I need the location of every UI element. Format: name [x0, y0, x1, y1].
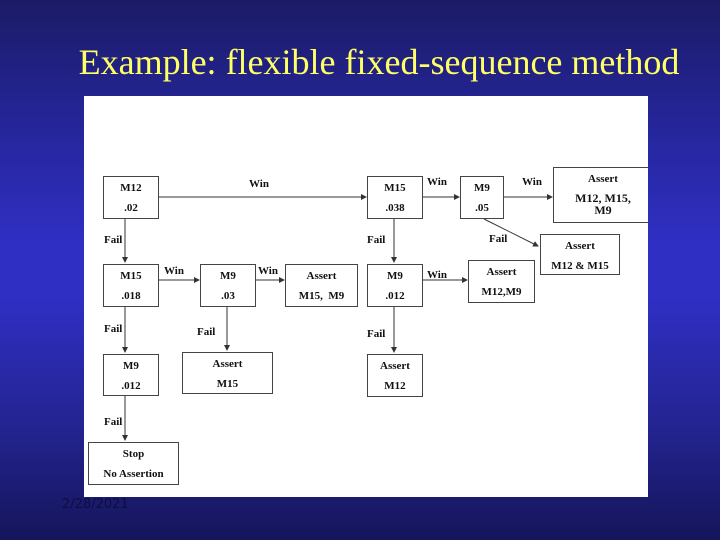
node-m15-top: M15 .038: [367, 176, 423, 219]
node-m9-mid-right: M9 .012: [367, 264, 423, 307]
edge-label-win: Win: [164, 265, 184, 277]
edge-label-win: Win: [427, 176, 447, 188]
node-name: M9: [474, 182, 490, 194]
node-assert-m12-m15: Assert M12 & M15: [540, 234, 620, 275]
node-m9-top: M9 .05: [460, 176, 504, 219]
edge-label-fail: Fail: [367, 328, 386, 340]
node-value: M12: [384, 380, 406, 392]
node-name: Assert: [486, 266, 517, 278]
node-assert-all: Assert M12, M15, M9: [553, 167, 648, 223]
edge-label-fail: Fail: [104, 416, 123, 428]
node-assert-m15-m9: Assert M15, M9: [285, 264, 358, 307]
node-value: M12 & M15: [551, 260, 609, 272]
node-value: .03: [221, 290, 235, 302]
diagram-panel: M12 .02 M15 .038 M9 .05 Assert M12, M15,…: [84, 96, 648, 497]
edge-label-win: Win: [249, 178, 269, 190]
edge-label-win: Win: [258, 265, 278, 277]
node-name: Assert: [306, 270, 337, 282]
node-value: M15, M9: [298, 290, 345, 302]
diagram-edges: [122, 194, 553, 441]
node-assert-m12: Assert M12: [367, 354, 423, 397]
node-name: M15: [120, 270, 142, 282]
edge-label-fail: Fail: [197, 326, 216, 338]
node-m15-mid: M15 .018: [103, 264, 159, 307]
node-name: M9: [387, 270, 403, 282]
edge-label-fail: Fail: [104, 323, 123, 335]
node-m9-mid: M9 .03: [200, 264, 256, 307]
node-value: .038: [385, 202, 405, 214]
slide-date: 2/28/2021: [62, 497, 129, 512]
node-m9-low: M9 .012: [103, 354, 159, 396]
node-name: M15: [384, 182, 406, 194]
node-value: No Assertion: [103, 468, 164, 480]
node-m12: M12 .02: [103, 176, 159, 219]
node-value: M12, M15, M9: [575, 191, 631, 217]
node-value: M12,M9: [481, 286, 522, 298]
node-name: M9: [123, 360, 139, 372]
node-name: Assert: [212, 358, 243, 370]
node-value: .018: [121, 290, 141, 302]
edge-label-fail: Fail: [367, 234, 386, 246]
edge-label-win: Win: [522, 176, 542, 188]
slide-title: Example: flexible fixed-sequence method: [78, 42, 680, 82]
edge-label-win: Win: [427, 269, 447, 281]
node-assert-m12-m9: Assert M12,M9: [468, 260, 535, 303]
node-value: M15: [216, 378, 239, 390]
node-name: Stop: [122, 448, 145, 460]
node-name: Assert: [380, 360, 410, 372]
node-name: M12: [120, 182, 142, 194]
node-name: M9: [220, 270, 236, 282]
edge-label-fail: Fail: [104, 234, 123, 246]
node-stop: Stop No Assertion: [88, 442, 179, 485]
node-value: .012: [121, 380, 141, 392]
node-name: Assert: [565, 240, 595, 252]
node-name: Assert: [588, 173, 618, 185]
node-value: .05: [475, 202, 489, 214]
node-assert-m15: Assert M15: [182, 352, 273, 394]
node-value: .02: [124, 202, 138, 214]
edge-label-fail: Fail: [489, 233, 508, 245]
node-value: .012: [385, 290, 405, 302]
